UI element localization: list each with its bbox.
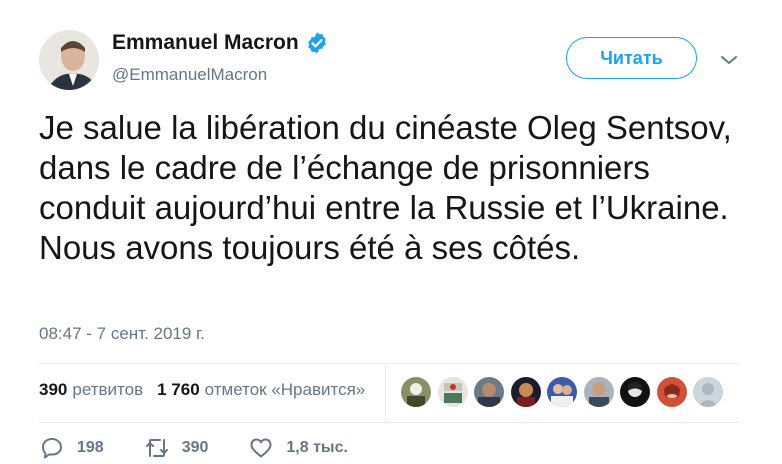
likes-count: 1 760 <box>157 380 200 399</box>
likes-stat[interactable]: 1 760 отметок «Нравится» <box>157 380 365 400</box>
retweets-stat[interactable]: 390 ретвитов <box>39 380 143 400</box>
heart-icon <box>250 438 272 458</box>
liker-avatar[interactable] <box>656 377 687 407</box>
reply-button[interactable]: 198 <box>39 435 104 461</box>
stats-separator <box>385 364 386 422</box>
like-count: 1,8 тыс. <box>286 439 348 456</box>
liker-avatar[interactable] <box>437 377 468 407</box>
reply-icon <box>42 438 62 459</box>
author-avatar[interactable] <box>39 30 99 90</box>
verified-icon <box>305 31 329 55</box>
liker-avatar[interactable] <box>693 377 723 407</box>
tweet-actions: 198 390 1,8 тыс. <box>39 435 388 461</box>
author-name-row: Emmanuel Macron <box>112 31 329 55</box>
chevron-down-icon[interactable] <box>719 50 739 70</box>
likes-label: отметок «Нравится» <box>204 380 366 399</box>
retweet-count: 390 <box>181 439 209 456</box>
liker-avatar[interactable] <box>583 377 614 407</box>
retweets-label: ретвитов <box>72 380 144 399</box>
like-button[interactable]: 1,8 тыс. <box>248 435 348 461</box>
retweet-icon <box>145 439 168 457</box>
liker-avatar[interactable] <box>547 377 577 407</box>
divider-top <box>39 363 739 364</box>
likers-avatars <box>401 377 730 407</box>
tweet-text: Je salue la libération du cinéaste Oleg … <box>39 109 732 266</box>
author-name[interactable]: Emmanuel Macron <box>112 31 299 55</box>
tweet-timestamp[interactable]: 08:47 - 7 сент. 2019 г. <box>39 324 205 344</box>
retweet-button[interactable]: 390 <box>144 435 209 461</box>
divider-bottom <box>39 422 739 423</box>
retweets-count: 390 <box>39 380 68 399</box>
tweet-stats: 390 ретвитов 1 760 отметок «Нравится» <box>39 380 379 400</box>
follow-button[interactable]: Читать <box>566 37 697 79</box>
author-handle[interactable]: @EmmanuelMacron <box>112 65 267 85</box>
liker-avatar[interactable] <box>620 377 650 407</box>
liker-avatar[interactable] <box>474 377 504 407</box>
liker-avatar[interactable] <box>401 377 431 407</box>
liker-avatar[interactable] <box>510 377 541 407</box>
reply-count: 198 <box>77 439 104 456</box>
